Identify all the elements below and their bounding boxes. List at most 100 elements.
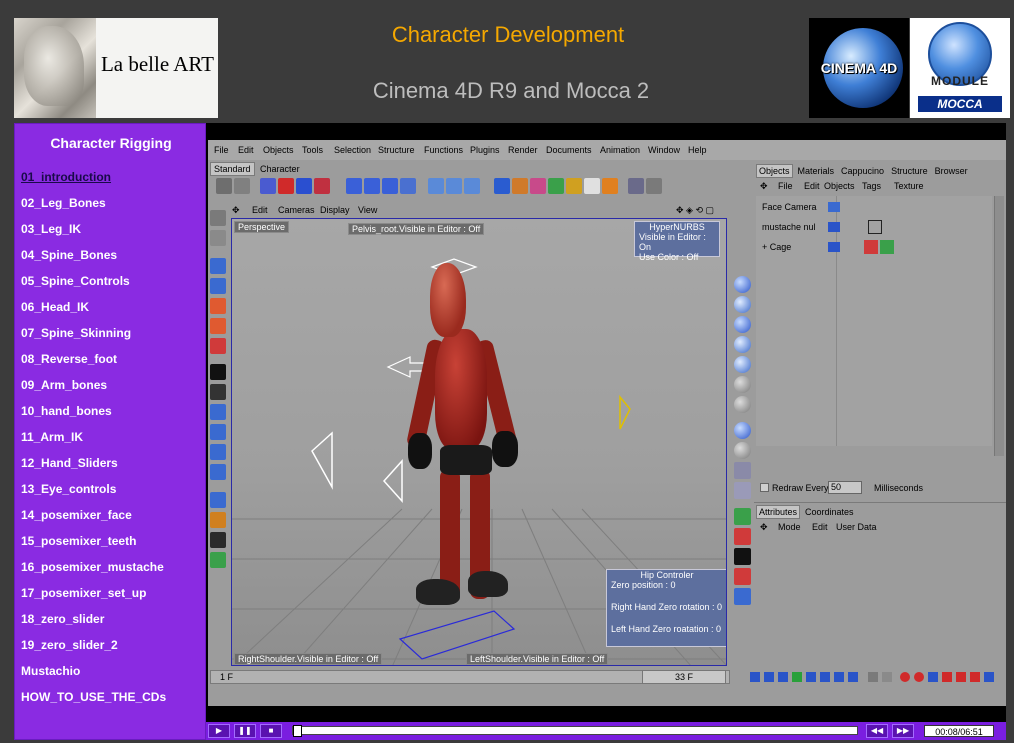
check-tool-icon[interactable]: [734, 508, 751, 525]
chapter-link[interactable]: 06_Head_IK: [21, 300, 166, 326]
scale-icon[interactable]: [296, 178, 312, 194]
menu-render[interactable]: Render: [508, 145, 538, 155]
object-row-cage[interactable]: + Cage: [762, 242, 791, 252]
attributes-menu-mode[interactable]: Mode: [778, 522, 801, 532]
hip-controler-hud[interactable]: Hip Controler Zero position : 0 Right Ha…: [606, 569, 726, 647]
menu-documents[interactable]: Documents: [546, 145, 592, 155]
deformer-icon[interactable]: [566, 178, 582, 194]
z-axis-icon[interactable]: [382, 178, 398, 194]
dots-icon[interactable]: [734, 482, 751, 499]
polygons-tool-icon[interactable]: [210, 404, 226, 420]
y-axis-icon[interactable]: [364, 178, 380, 194]
key-rotation-icon[interactable]: [970, 672, 980, 682]
chapter-link[interactable]: 02_Leg_Bones: [21, 196, 166, 222]
tab-character[interactable]: Character: [257, 163, 303, 175]
autokey-icon[interactable]: [914, 672, 924, 682]
perspective-viewport[interactable]: Perspective Pelvis_root.Visible in Edito…: [231, 218, 727, 666]
light-icon[interactable]: [602, 178, 618, 194]
stop-button[interactable]: ■: [260, 724, 282, 738]
camera-tag-icon[interactable]: [828, 202, 840, 212]
redo-icon[interactable]: [234, 178, 250, 194]
menu-objects[interactable]: Objects: [263, 145, 294, 155]
pause-button[interactable]: ❚❚: [234, 724, 256, 738]
attributes-menu-edit[interactable]: Edit: [812, 522, 828, 532]
sphere-4-icon[interactable]: [734, 356, 751, 373]
chapter-link[interactable]: 05_Spine_Controls: [21, 274, 166, 300]
wire-sphere-3-icon[interactable]: [734, 442, 751, 459]
select-icon[interactable]: [260, 178, 276, 194]
stop-icon[interactable]: [792, 672, 802, 682]
null-tag-icon[interactable]: [828, 222, 840, 232]
viewport-menu-edit[interactable]: Edit: [252, 205, 268, 215]
objects-menu-file[interactable]: File: [778, 181, 793, 191]
play-button[interactable]: ▶: [208, 724, 230, 738]
move-icon[interactable]: [278, 178, 294, 194]
globe-primitive-icon[interactable]: [734, 296, 751, 313]
next-frame-icon[interactable]: [820, 672, 830, 682]
tab-standard[interactable]: Standard: [210, 162, 255, 176]
chapter-link[interactable]: 01_introduction: [21, 170, 166, 196]
objects-menu-texture[interactable]: Texture: [894, 181, 924, 191]
objects-menu-edit[interactable]: Edit: [804, 181, 820, 191]
key-param-icon[interactable]: [984, 672, 994, 682]
scene-icon[interactable]: [584, 178, 600, 194]
texture-tool-icon[interactable]: [210, 298, 226, 314]
prev-key-icon[interactable]: [764, 672, 774, 682]
cursor-help-icon[interactable]: [628, 178, 644, 194]
animation-icon[interactable]: [210, 492, 226, 508]
object-tool-icon[interactable]: [210, 278, 226, 294]
tab-materials[interactable]: Materials: [796, 165, 837, 177]
paint-icon[interactable]: [210, 230, 226, 246]
objects-menu-tags[interactable]: Tags: [862, 181, 881, 191]
sphere-3-icon[interactable]: [734, 336, 751, 353]
chapter-link[interactable]: 18_zero_slider: [21, 612, 166, 638]
chapter-link[interactable]: 03_Leg_IK: [21, 222, 166, 248]
frame-current-field[interactable]: 33 F: [642, 670, 726, 684]
chapter-link[interactable]: 15_posemixer_teeth: [21, 534, 166, 560]
objects-menu-icon[interactable]: ✥: [760, 181, 768, 192]
x-tool-icon[interactable]: [734, 528, 751, 545]
attributes-menu-user-data[interactable]: User Data: [836, 522, 877, 532]
keyframe-icon[interactable]: [210, 512, 226, 528]
menu-edit[interactable]: Edit: [238, 145, 254, 155]
model-tool-icon[interactable]: [210, 258, 226, 274]
chapter-link[interactable]: Mustachio: [21, 664, 166, 690]
nurbs-icon[interactable]: [530, 178, 546, 194]
menu-functions[interactable]: Functions: [424, 145, 463, 155]
viewport-menu-icon[interactable]: ✥: [232, 205, 240, 216]
chapter-link[interactable]: 11_Arm_IK: [21, 430, 166, 456]
menu-structure[interactable]: Structure: [378, 145, 415, 155]
seek-bar[interactable]: [292, 725, 858, 737]
tab-coordinates[interactable]: Coordinates: [803, 506, 856, 518]
render-settings-icon[interactable]: [464, 178, 480, 194]
attributes-menu-icon[interactable]: ✥: [760, 522, 768, 533]
tab-structure[interactable]: Structure: [889, 165, 930, 177]
tab-attributes[interactable]: Attributes: [756, 505, 801, 519]
viewport-nav-icons[interactable]: ✥ ◈ ⟲ ▢: [676, 205, 714, 216]
edges-tool-icon[interactable]: [210, 384, 226, 400]
chapter-link[interactable]: 07_Spine_Skinning: [21, 326, 166, 352]
cage-tag-icon[interactable]: [828, 242, 840, 252]
object-row-mustache-nul[interactable]: mustache nul: [762, 222, 816, 232]
chapter-link[interactable]: 09_Arm_bones: [21, 378, 166, 404]
coordinate-system-icon[interactable]: [400, 178, 416, 194]
checker-icon[interactable]: [210, 364, 226, 380]
viewport-menu-cameras[interactable]: Cameras: [278, 205, 315, 215]
undo-icon[interactable]: [216, 178, 232, 194]
ik-tag-icon[interactable]: [868, 220, 882, 234]
objects-scrollbar[interactable]: [994, 196, 1004, 456]
spline-icon[interactable]: [512, 178, 528, 194]
cube-wire-icon[interactable]: [734, 462, 751, 479]
viewport-menu-view[interactable]: View: [358, 205, 377, 215]
menu-file[interactable]: File: [214, 145, 229, 155]
sphere-primitive-icon[interactable]: [734, 276, 751, 293]
tweak-icon[interactable]: [210, 424, 226, 440]
chapter-link[interactable]: 13_Eye_controls: [21, 482, 166, 508]
render-view-icon[interactable]: [428, 178, 444, 194]
menu-help[interactable]: Help: [688, 145, 707, 155]
array-icon[interactable]: [548, 178, 564, 194]
render-picture-icon[interactable]: [446, 178, 462, 194]
tab-browser[interactable]: Browser: [933, 165, 970, 177]
record-icon[interactable]: [900, 672, 910, 682]
rewind-button[interactable]: ◀◀: [866, 724, 888, 738]
